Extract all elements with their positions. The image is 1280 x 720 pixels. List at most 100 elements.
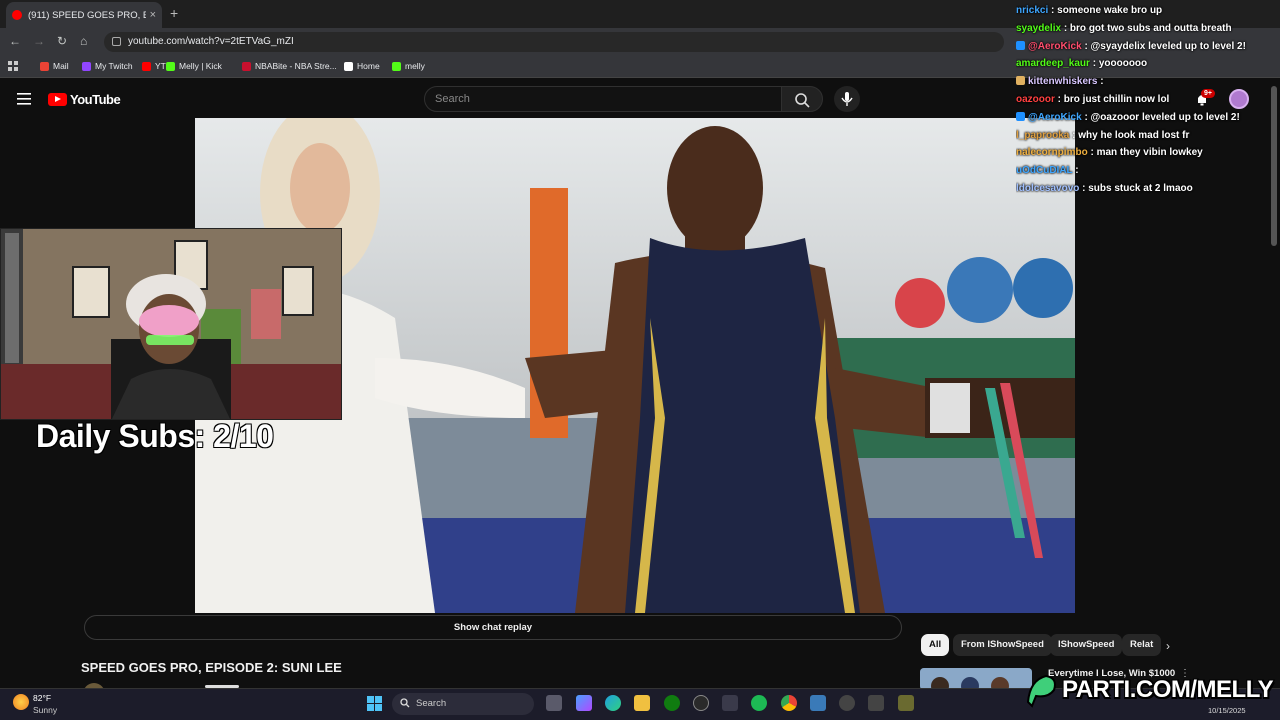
chip-2[interactable]: IShowSpeed <box>1050 634 1123 656</box>
chip-0[interactable]: All <box>921 634 950 656</box>
chrome-icon[interactable] <box>781 695 797 711</box>
tab-title: (911) SPEED GOES PRO, EP <box>28 9 146 21</box>
bookmark-favicon-icon <box>82 61 91 71</box>
windows-start-icon[interactable] <box>367 696 382 711</box>
chat-text: : @syaydelix leveled up to level 2! <box>1081 40 1246 52</box>
app-icon[interactable] <box>868 695 884 711</box>
taskbar-search-icon <box>400 698 410 708</box>
photos-icon[interactable] <box>810 695 826 711</box>
hamburger-menu-icon[interactable] <box>17 93 31 105</box>
chip-3[interactable]: Relat <box>1122 634 1162 656</box>
back-icon[interactable]: ← <box>9 34 21 48</box>
close-tab-icon[interactable]: × <box>150 9 156 21</box>
video-title: SPEED GOES PRO, EPISODE 2: SUNI LEE <box>81 660 342 675</box>
bookmark-label: YT <box>155 61 166 71</box>
youtube-logo-text: YouTube <box>70 92 121 107</box>
chat-text: : someone wake bro up <box>1048 5 1163 16</box>
taskbar-date: 10/15/2025 <box>1208 706 1246 715</box>
voice-search-button[interactable] <box>834 86 860 112</box>
bookmark-item[interactable]: melly <box>392 61 425 71</box>
search-button[interactable] <box>781 86 823 112</box>
spotify-icon[interactable] <box>751 695 767 711</box>
media-player-icon[interactable] <box>839 695 855 711</box>
chat-message: ldolcesavovo : subs stuck at 2 lmaoo <box>1016 180 1278 198</box>
chat-text: : <box>1097 76 1104 88</box>
address-bar[interactable]: youtube.com/watch?v=2tETVaG_mZI <box>104 32 1004 52</box>
chat-overlay: nrickci : someone wake bro up syaydelix :… <box>1016 2 1278 198</box>
weather-sun-icon[interactable] <box>13 694 29 710</box>
chat-text: : subs stuck at 2 lmaoo <box>1079 182 1193 194</box>
chat-username[interactable]: nalecornpimbo <box>1016 147 1088 158</box>
chat-text: : why he look mad lost fr <box>1069 129 1190 141</box>
taskbar-search[interactable]: Search <box>392 693 534 715</box>
taskbar-search-label: Search <box>416 698 447 709</box>
copilot-icon[interactable] <box>576 695 592 711</box>
chip-1[interactable]: From IShowSpeed <box>953 634 1052 656</box>
chat-username[interactable]: amardeep_kaur <box>1016 58 1090 69</box>
apps-grid-icon[interactable] <box>8 61 18 71</box>
chat-message: nalecornpimbo : man they vibin lowkey <box>1016 144 1278 162</box>
chips-next-icon[interactable]: › <box>1166 639 1170 653</box>
bookmark-item[interactable]: Melly | Kick <box>166 61 222 71</box>
chat-text: : @oazooor leveled up to level 2! <box>1081 111 1240 123</box>
site-info-icon[interactable] <box>112 37 121 46</box>
file-explorer-icon[interactable] <box>634 695 650 711</box>
bookmark-item[interactable]: My Twitch <box>82 61 133 71</box>
chat-username[interactable]: uOdCuDIAL <box>1016 165 1072 176</box>
edge-icon[interactable] <box>605 695 621 711</box>
chat-message: oazooor : bro just chillin now lol <box>1016 91 1278 109</box>
bookmark-item[interactable]: Home <box>344 61 380 71</box>
chat-username[interactable]: @AeroKick <box>1028 41 1082 52</box>
bookmark-label: NBABite - NBA Stre... <box>255 61 337 71</box>
microphone-icon <box>841 92 853 106</box>
chat-message: @AeroKick : @syaydelix leveled up to lev… <box>1016 38 1278 56</box>
xbox-icon[interactable] <box>664 695 680 711</box>
forward-icon[interactable]: → <box>33 34 45 48</box>
bookmark-item[interactable]: YT <box>142 61 166 71</box>
chat-text: : man they vibin lowkey <box>1087 147 1203 159</box>
chat-message: uOdCuDIAL : <box>1016 162 1278 180</box>
home-icon[interactable]: ⌂ <box>80 34 87 48</box>
bookmark-label: melly <box>405 61 425 71</box>
app-icon-2[interactable] <box>898 695 914 711</box>
weather-temperature: 82°F <box>33 693 52 703</box>
next-video-thumbnail[interactable] <box>920 668 1032 690</box>
chat-message: @AeroKick : @oazooor leveled up to level… <box>1016 109 1278 127</box>
url-text: youtube.com/watch?v=2tETVaG_mZI <box>128 36 294 47</box>
search-input[interactable]: Search <box>424 86 782 112</box>
weather-condition: Sunny <box>33 705 58 715</box>
show-chat-replay-button[interactable]: Show chat replay <box>84 615 902 640</box>
chat-text: : yooooooo <box>1089 58 1148 70</box>
youtube-play-icon <box>48 93 67 106</box>
bookmark-favicon-icon <box>344 61 353 71</box>
chat-username[interactable]: @AeroKick <box>1028 112 1082 123</box>
bookmark-label: Home <box>357 61 380 71</box>
chat-username[interactable]: syaydelix <box>1016 23 1061 34</box>
search-icon <box>795 93 810 108</box>
store-icon[interactable] <box>722 695 738 711</box>
chat-message: l_paprooka : why he look mad lost fr <box>1016 127 1278 145</box>
chat-text: : bro got two subs and outta breath <box>1061 22 1232 34</box>
chat-username[interactable]: kittenwhiskers <box>1028 76 1097 87</box>
obs-icon[interactable] <box>693 695 709 711</box>
new-tab-icon[interactable]: + <box>170 5 178 21</box>
chat-message: nrickci : someone wake bro up <box>1016 2 1278 20</box>
reload-icon[interactable]: ↻ <box>57 34 67 48</box>
bookmark-favicon-icon <box>142 61 151 71</box>
chat-username[interactable]: l_paprooka <box>1016 130 1069 141</box>
bookmark-label: Mail <box>53 61 69 71</box>
browser-tab[interactable]: (911) SPEED GOES PRO, EP × <box>6 2 162 28</box>
chat-username[interactable]: oazooor <box>1016 94 1055 105</box>
chat-username[interactable]: nrickci <box>1016 5 1048 16</box>
bookmark-item[interactable]: NBABite - NBA Stre... <box>242 61 337 71</box>
chat-username[interactable]: ldolcesavovo <box>1016 183 1079 194</box>
chat-badge-icon <box>1016 40 1025 50</box>
bookmark-favicon-icon <box>392 61 401 71</box>
streamer-webcam <box>0 228 342 420</box>
bookmark-item[interactable]: Mail <box>40 61 69 71</box>
webcam-frame <box>1 229 341 419</box>
task-view-icon[interactable] <box>546 695 562 711</box>
search-placeholder: Search <box>435 93 470 105</box>
chat-message: kittenwhiskers : <box>1016 73 1278 91</box>
youtube-logo[interactable]: YouTube <box>48 92 121 107</box>
